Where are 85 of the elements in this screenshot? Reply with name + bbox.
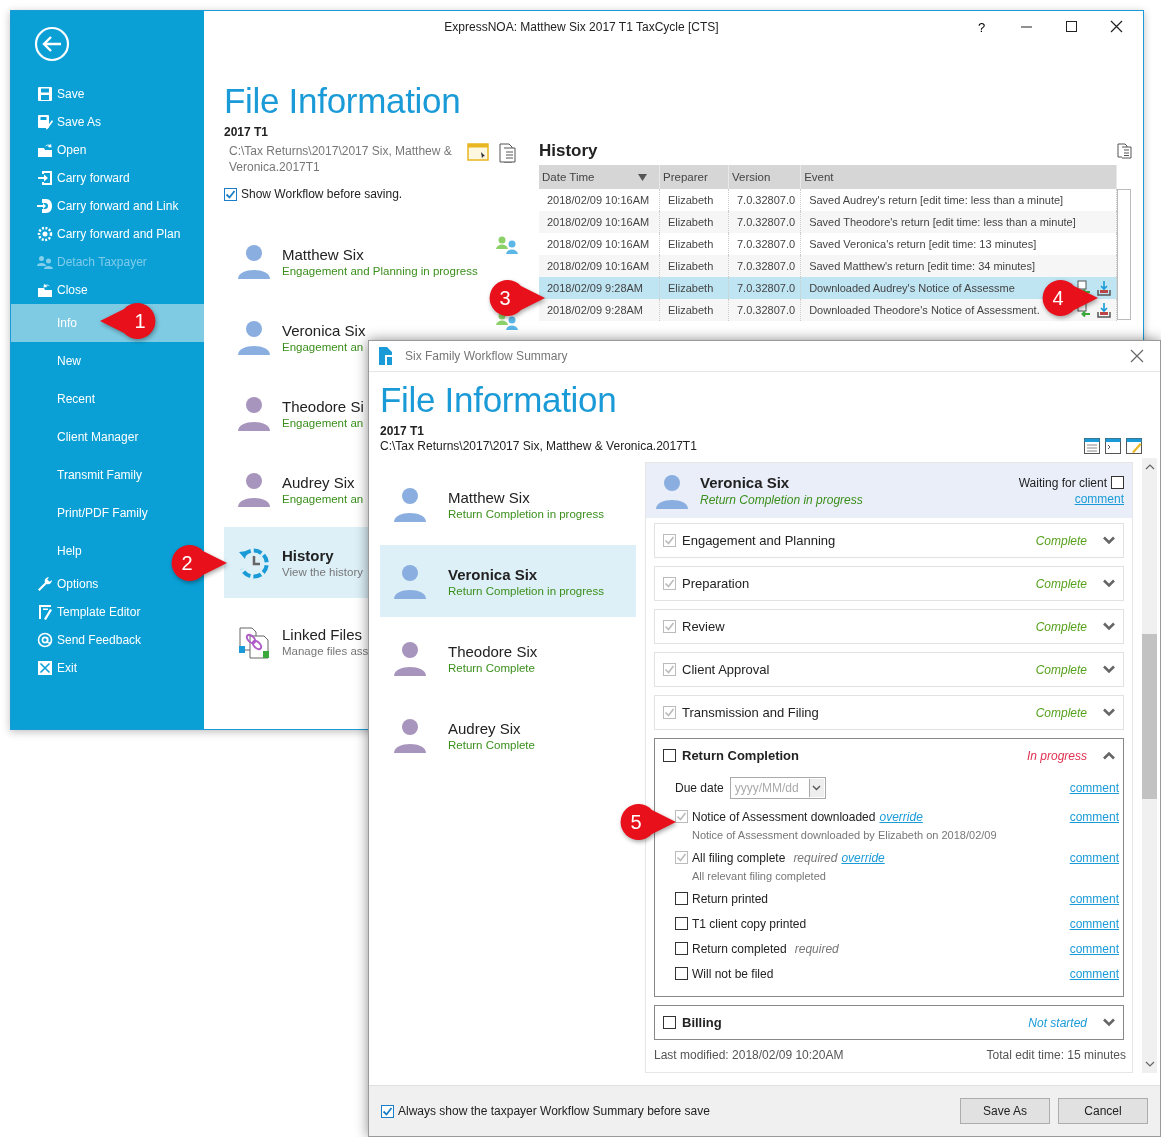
stage-name: Engagement and Planning <box>682 533 836 548</box>
table-cell: Saved Veronica's return [edit time: 13 minutes] <box>809 238 1037 250</box>
person-name: Theodore Six <box>448 642 538 660</box>
tax-year: 2017 T1 <box>224 125 270 139</box>
tax-year: 2017 T1 <box>380 424 426 438</box>
checkbox-label: Always show the taxpayer Workflow Summary before save <box>398 1104 710 1118</box>
table-cell: 7.0.32807.0 <box>737 216 796 228</box>
workflow-status: Return Complete <box>448 661 536 674</box>
dialog-title: Six Family Workflow Summary <box>405 349 569 363</box>
table-cell: Downloaded Theodore's Notice of Assessment. <box>809 304 1040 316</box>
section-title: Linked Files <box>282 626 364 643</box>
table-cell: 2018/02/09 10:16AM <box>547 194 650 206</box>
section-title: History <box>282 547 335 564</box>
table-cell: Elizabeth <box>668 216 714 228</box>
stage-name: Transmission and Filing <box>682 705 819 720</box>
field-label: Due date <box>675 781 724 795</box>
page-heading: File Information <box>380 379 618 421</box>
table-cell: Elizabeth <box>668 194 714 206</box>
person-name: Audrey Six <box>448 719 522 737</box>
section-description: Manage files ass <box>282 645 369 657</box>
table-cell: 2018/02/09 10:16AM <box>547 260 650 272</box>
task-label: Return completed <box>692 941 787 956</box>
stage-status: Complete <box>1035 576 1087 591</box>
workflow-status: Return Completion in progress <box>448 507 604 520</box>
task-detail: Notice of Assessment downloaded by Elizabeth on 2018/02/09 <box>691 828 998 843</box>
table-cell: Saved Theodore's return [edit time: less than a minute] <box>809 216 1076 228</box>
table-cell: 7.0.32807.0 <box>737 282 796 294</box>
task-label: Return printed <box>692 891 769 906</box>
table-cell: Elizabeth <box>668 282 714 294</box>
total-edit-time: Total edit time: 15 minutes <box>986 1048 1126 1062</box>
workflow-status: Engagement an <box>282 416 364 429</box>
stage-status: In progress <box>1026 748 1087 763</box>
table-cell: Downloaded Audrey's Notice of Assessme <box>809 282 1015 294</box>
window-title: ExpressNOA: Matthew Six 2017 T1 TaxCycle [CTS] <box>443 20 720 34</box>
stage-name: Client Approval <box>682 662 770 677</box>
table-cell: Elizabeth <box>668 304 714 316</box>
table-cell: Saved Audrey's return [edit time: less than a minute] <box>809 194 1064 206</box>
person-name: Audrey Six <box>282 473 356 491</box>
workflow-status: Return Completion in progress <box>448 584 604 597</box>
person-name: Matthew Six <box>282 245 365 263</box>
workflow-status: Engagement and Planning in progress <box>282 264 478 277</box>
table-cell: 2018/02/09 10:16AM <box>547 216 650 228</box>
stage-name: Billing <box>682 1015 722 1030</box>
task-detail: All relevant filing completed <box>691 869 827 884</box>
table-cell: Saved Matthew's return [edit time: 34 minutes] <box>809 260 1035 272</box>
section-heading: History <box>539 141 598 161</box>
person-name: Veronica Six <box>282 321 366 339</box>
page-heading: File Information <box>224 80 462 122</box>
checkbox-label: Waiting for client <box>1018 475 1107 490</box>
person-name: Theodore Si <box>282 397 364 415</box>
stage-status: Complete <box>1035 619 1087 634</box>
last-modified: Last modified: 2018/02/09 10:20AM <box>654 1048 844 1062</box>
stage-status: Complete <box>1035 533 1087 548</box>
table-cell: 2018/02/09 9:28AM <box>547 304 644 316</box>
workflow-status: Engagement an <box>282 340 365 353</box>
table-cell: 2018/02/09 9:28AM <box>547 282 644 294</box>
file-path: C:\Tax Returns\2017\2017 Six, Matthew & Veronica.2017T1 <box>380 439 698 453</box>
table-cell: 7.0.32807.0 <box>737 304 796 316</box>
workflow-status: Return Completion in progress <box>700 493 863 507</box>
person-name: Matthew Six <box>448 488 531 506</box>
stage-status: Complete <box>1035 662 1087 677</box>
table-cell: Elizabeth <box>668 238 714 250</box>
task-label: All filing complete <box>692 850 786 865</box>
table-cell: 2018/02/09 10:16AM <box>547 238 650 250</box>
stage-name: Preparation <box>682 576 750 591</box>
stage-name: Return Completion <box>682 748 799 763</box>
person-name: Veronica Six <box>700 474 791 491</box>
stage-status: Not started <box>1028 1015 1087 1030</box>
section-description: View the history <box>282 566 363 578</box>
workflow-status: Engagement an <box>282 492 364 505</box>
required-note: required <box>793 850 838 865</box>
table-cell: 7.0.32807.0 <box>737 238 796 250</box>
task-label: Notice of Assessment downloaded <box>692 809 876 824</box>
checkbox-label: Show Workflow before saving. <box>241 187 403 201</box>
stage-name: Review <box>682 619 725 634</box>
table-cell: 7.0.32807.0 <box>737 260 796 272</box>
table-cell: Elizabeth <box>668 260 714 272</box>
required-note: required <box>794 941 839 956</box>
task-label: Will not be filed <box>692 966 774 981</box>
file-path: C:\Tax Returns\2017\2017 Six, Matthew & Veronica.2017T1 <box>229 143 453 175</box>
stage-status: Complete <box>1035 705 1087 720</box>
workflow-status: Return Complete <box>448 738 535 751</box>
table-cell: 7.0.32807.0 <box>737 194 796 206</box>
person-name: Veronica Six <box>448 565 539 583</box>
task-label: T1 client copy printed <box>692 916 807 931</box>
